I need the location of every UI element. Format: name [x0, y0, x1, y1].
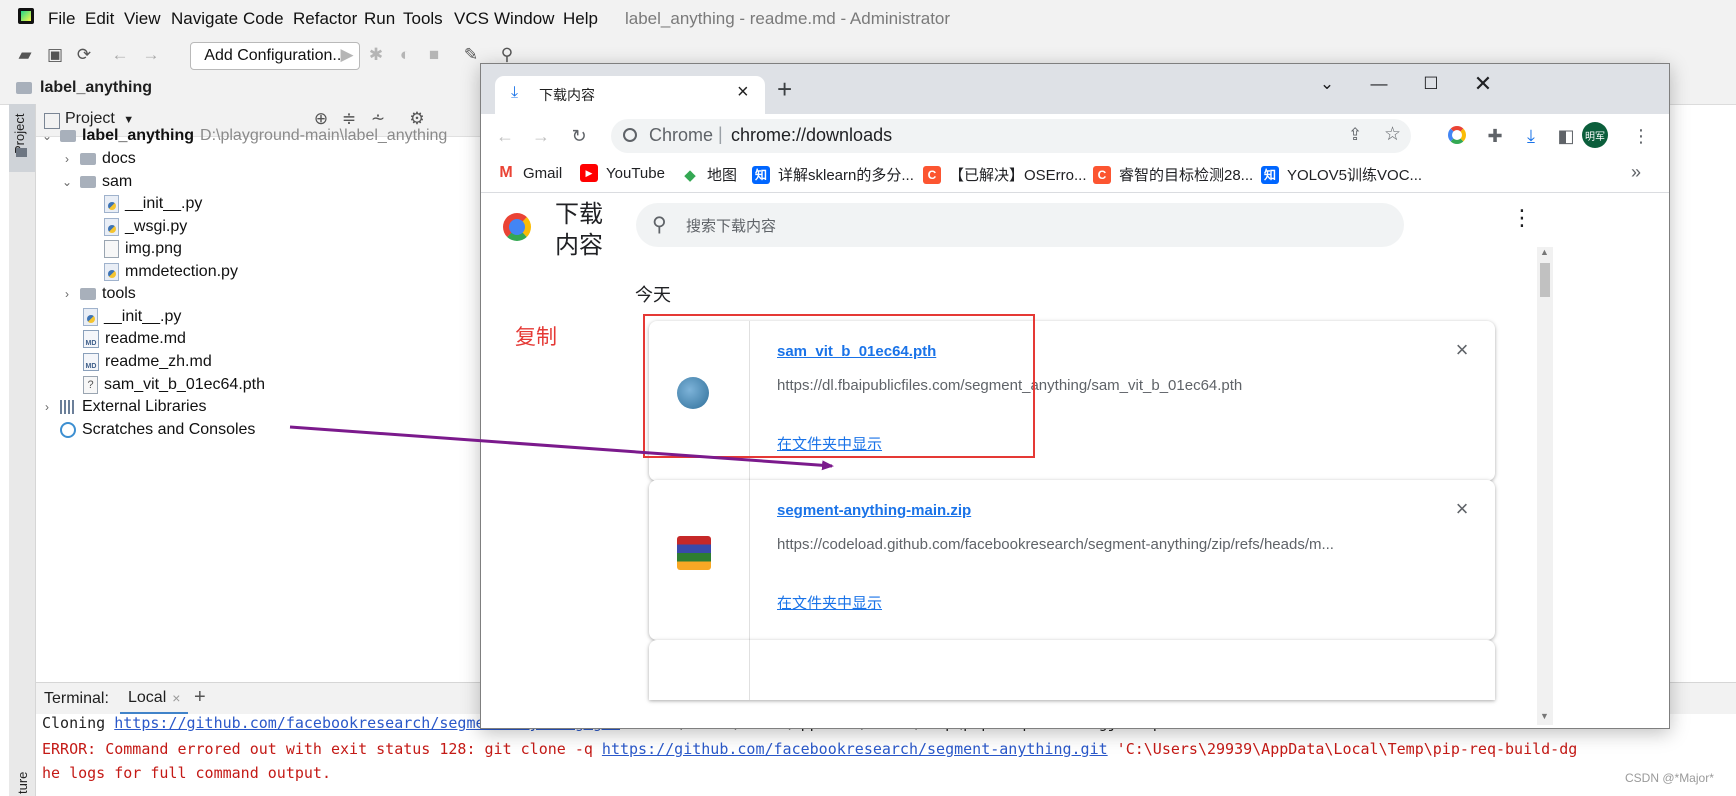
- annotation-arrow: [289, 425, 834, 471]
- watermark: CSDN @*Major*: [1625, 771, 1714, 785]
